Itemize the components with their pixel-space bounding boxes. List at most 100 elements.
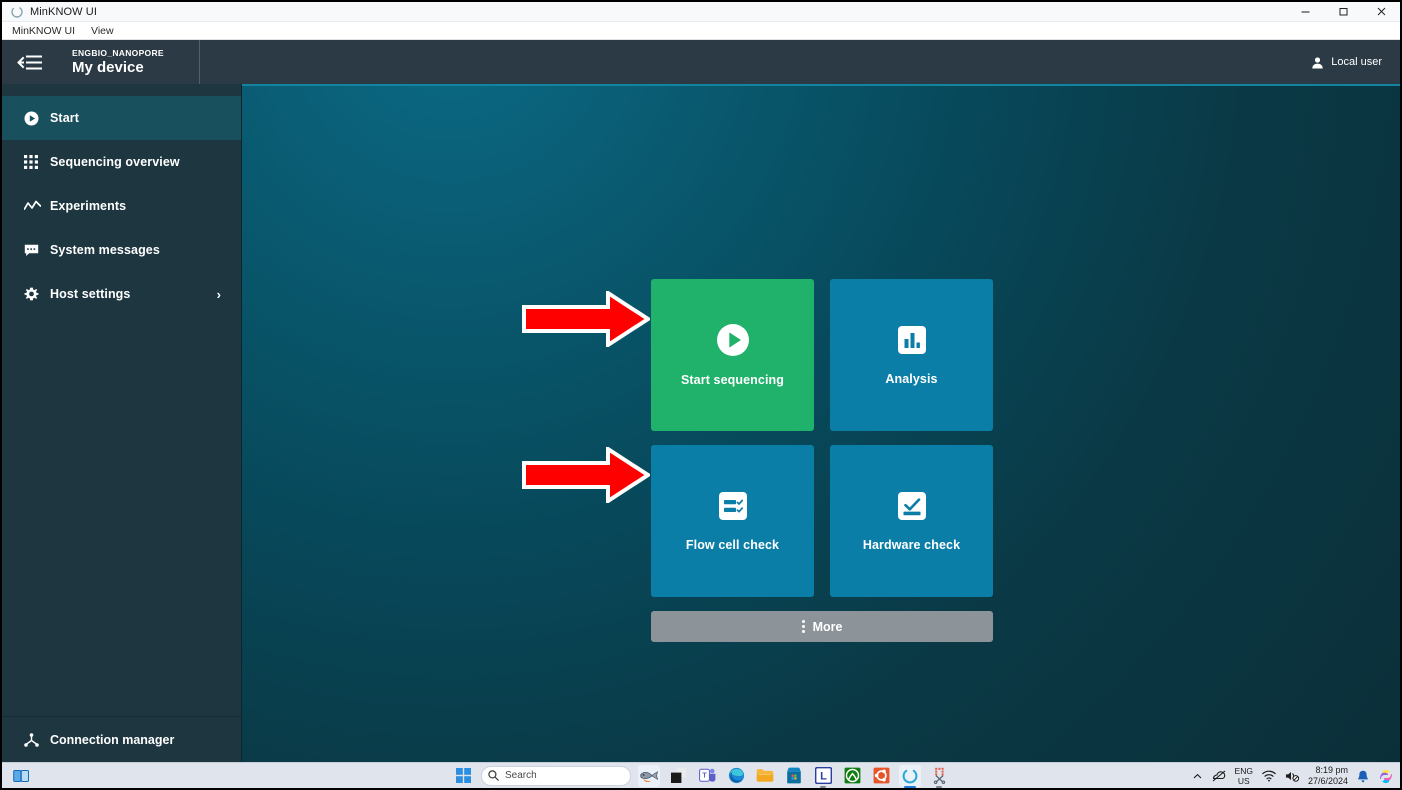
line-chart-icon bbox=[24, 200, 50, 212]
menu-bar: MinKNOW UI View bbox=[2, 22, 1400, 40]
tile-row: Start sequencing Analysis bbox=[651, 279, 993, 431]
taskbar-icon-file-explorer-dark[interactable] bbox=[667, 765, 689, 787]
organisation-label: ENGBIO_NANOPORE bbox=[72, 47, 164, 58]
page-title: My device bbox=[72, 58, 144, 76]
taskbar-running-indicator bbox=[820, 785, 826, 788]
chevron-up-icon[interactable] bbox=[1192, 771, 1203, 782]
taskbar-icon-file-explorer[interactable] bbox=[754, 765, 776, 787]
tile-analysis[interactable]: Analysis bbox=[830, 279, 993, 431]
vertical-dots-icon bbox=[801, 620, 805, 633]
tile-flow-cell-check[interactable]: Flow cell check bbox=[651, 445, 814, 597]
grid-dots-icon bbox=[24, 155, 50, 169]
window-controls bbox=[1286, 2, 1400, 22]
action-tile-grid: Start sequencing Analysis Flow cell chec… bbox=[651, 279, 993, 642]
taskbar-icon-fish[interactable] bbox=[638, 764, 660, 787]
tile-label: Flow cell check bbox=[685, 538, 780, 552]
wifi-icon[interactable] bbox=[1262, 770, 1276, 782]
sidebar-item-start[interactable]: Start bbox=[2, 96, 241, 140]
more-button-label: More bbox=[812, 619, 843, 634]
tray-date: 27/6/2024 bbox=[1307, 776, 1348, 786]
copilot-icon[interactable] bbox=[1378, 768, 1394, 784]
chevron-right-icon: › bbox=[216, 286, 221, 302]
user-label: Local user bbox=[1331, 56, 1382, 68]
search-placeholder: Search bbox=[505, 770, 537, 781]
svg-text:T: T bbox=[702, 773, 707, 780]
taskbar-center-group: Search T L bbox=[452, 763, 950, 789]
checklist-icon bbox=[717, 490, 749, 522]
language-bottom: US bbox=[1237, 776, 1250, 786]
minknow-app-body: ENGBIO_NANOPORE My device Local user Sta… bbox=[2, 40, 1400, 762]
tile-label: Hardware check bbox=[862, 538, 961, 552]
sidebar-footer-label: Connection manager bbox=[50, 732, 175, 747]
user-menu[interactable]: Local user bbox=[1311, 56, 1400, 69]
tile-row: Flow cell check Hardware check bbox=[651, 445, 993, 597]
tile-label: Analysis bbox=[885, 372, 938, 386]
connection-node-icon bbox=[24, 732, 50, 747]
volume-muted-icon[interactable] bbox=[1285, 770, 1299, 782]
sidebar-item-label: System messages bbox=[50, 243, 160, 257]
svg-text:L: L bbox=[820, 770, 827, 782]
tray-time: 8:19 pm bbox=[1315, 765, 1348, 775]
sidebar: Start Sequencing overview Experiments Sy… bbox=[2, 84, 242, 762]
sidebar-item-label: Host settings bbox=[50, 287, 131, 301]
taskbar-icon-edge[interactable] bbox=[725, 765, 747, 787]
collapse-menu-icon[interactable] bbox=[2, 40, 58, 84]
taskbar-icon-xbox[interactable] bbox=[841, 765, 863, 787]
gear-icon bbox=[24, 287, 50, 302]
maximize-button[interactable] bbox=[1324, 2, 1362, 22]
tile-label: Start sequencing bbox=[680, 373, 784, 387]
play-circle-icon bbox=[716, 323, 750, 357]
device-title-block: ENGBIO_NANOPORE My device bbox=[58, 40, 164, 84]
bar-chart-icon bbox=[896, 324, 928, 356]
red-arrow-start-sequencing bbox=[522, 291, 650, 347]
main-content: Start sequencing Analysis Flow cell chec… bbox=[242, 84, 1400, 762]
minimize-button[interactable] bbox=[1286, 2, 1324, 22]
system-tray: ENG US 8:19 pm 27/6/2024 bbox=[1192, 763, 1394, 788]
sidebar-item-sequencing-overview[interactable]: Sequencing overview bbox=[2, 140, 241, 184]
sidebar-item-label: Experiments bbox=[50, 199, 127, 213]
sidebar-item-label: Sequencing overview bbox=[50, 155, 180, 169]
language-indicator[interactable]: ENG US bbox=[1235, 766, 1253, 786]
sidebar-item-system-messages[interactable]: System messages bbox=[2, 228, 241, 272]
taskbar-icon-l-app[interactable]: L bbox=[812, 765, 834, 788]
no-internet-icon[interactable] bbox=[1212, 770, 1226, 782]
sidebar-top-spacer bbox=[2, 84, 241, 96]
app-header: ENGBIO_NANOPORE My device Local user bbox=[2, 40, 1400, 84]
more-button[interactable]: More bbox=[651, 611, 993, 642]
content-top-accent bbox=[242, 84, 1400, 86]
minknow-circle-icon bbox=[9, 4, 25, 20]
application-window: MinKNOW UI MinKNOW UI View ENGBIO_NANOPO… bbox=[0, 0, 1402, 790]
taskbar-running-indicator bbox=[936, 785, 942, 788]
taskbar-icon-snipping-tool[interactable] bbox=[928, 765, 950, 788]
close-button[interactable] bbox=[1362, 2, 1400, 22]
sidebar-item-label: Start bbox=[50, 111, 79, 125]
play-circle-icon bbox=[24, 111, 50, 126]
taskbar-icon-minknow[interactable] bbox=[899, 764, 921, 788]
search-input[interactable]: Search bbox=[481, 765, 631, 786]
sidebar-item-connection-manager[interactable]: Connection manager bbox=[2, 716, 241, 762]
window-title: MinKNOW UI bbox=[30, 5, 97, 18]
sidebar-item-host-settings[interactable]: Host settings › bbox=[2, 272, 241, 316]
red-arrow-flow-cell-check bbox=[522, 447, 650, 503]
windows-taskbar: Search T L ENG US 8:19 pm 27/6/2024 bbox=[2, 762, 1400, 788]
clock[interactable]: 8:19 pm 27/6/2024 bbox=[1308, 765, 1348, 787]
menu-minknow-ui[interactable]: MinKNOW UI bbox=[10, 25, 83, 37]
message-icon bbox=[24, 244, 50, 257]
window-titlebar: MinKNOW UI bbox=[2, 2, 1400, 22]
taskbar-icon-ubuntu[interactable] bbox=[870, 765, 892, 787]
tile-hardware-check[interactable]: Hardware check bbox=[830, 445, 993, 597]
bell-icon[interactable] bbox=[1357, 770, 1369, 783]
person-icon bbox=[1311, 56, 1324, 69]
task-view-icon[interactable] bbox=[10, 765, 32, 787]
menu-view[interactable]: View bbox=[89, 25, 122, 37]
taskbar-icon-teams[interactable]: T bbox=[696, 765, 718, 787]
taskbar-left-group bbox=[10, 763, 32, 788]
search-icon bbox=[488, 770, 499, 781]
tile-start-sequencing[interactable]: Start sequencing bbox=[651, 279, 814, 431]
language-top: ENG bbox=[1234, 766, 1253, 776]
header-divider bbox=[198, 40, 200, 84]
windows-start-icon[interactable] bbox=[452, 765, 474, 787]
taskbar-icon-microsoft-store[interactable] bbox=[783, 765, 805, 787]
sidebar-item-experiments[interactable]: Experiments bbox=[2, 184, 241, 228]
taskbar-running-indicator bbox=[904, 785, 916, 788]
